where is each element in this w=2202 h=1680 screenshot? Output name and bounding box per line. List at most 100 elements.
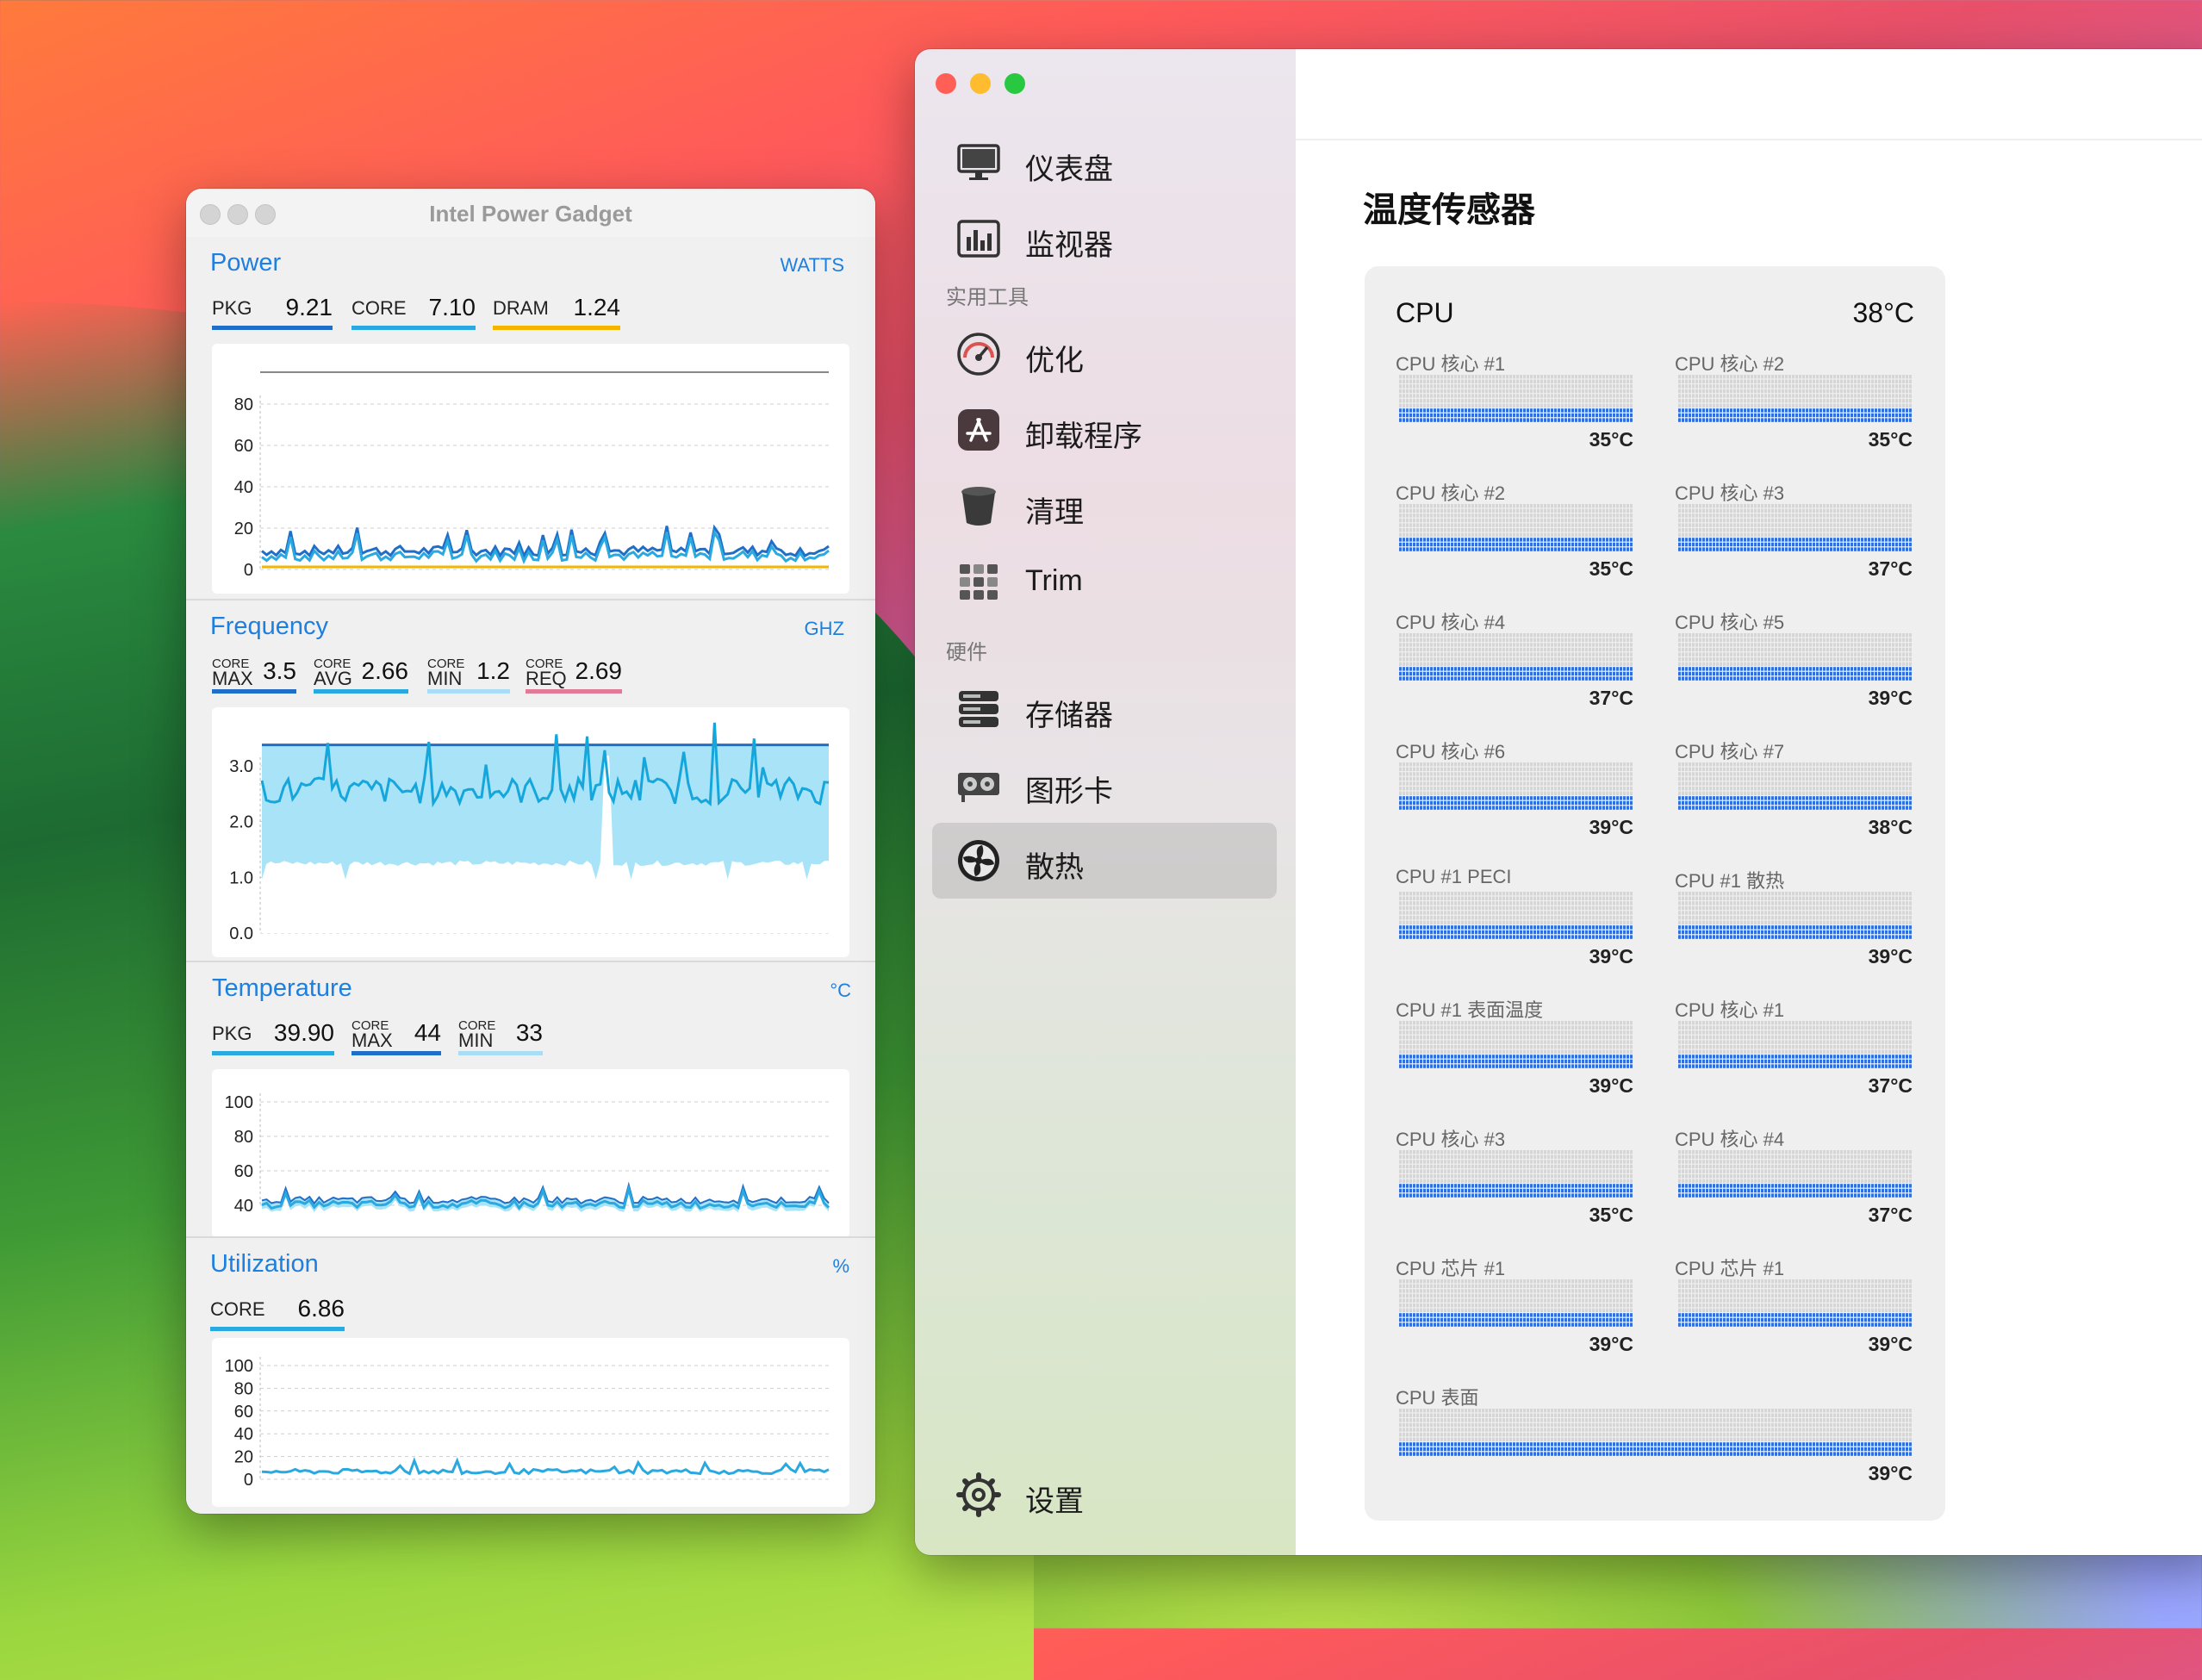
sensor-bar-empty — [1806, 513, 1808, 517]
sensor-item: CPU 核心 #437°C — [1396, 607, 1633, 737]
sensor-bar-empty — [1458, 384, 1460, 388]
sidebar-item-uninstall[interactable]: 卸载程序 — [932, 392, 1277, 468]
sensor-bar-empty — [1699, 384, 1701, 388]
sensor-bar-empty — [1485, 380, 1488, 383]
power-dram-metric: DRAM 1.24 — [493, 287, 620, 330]
sensor-bar-empty — [1465, 792, 1467, 795]
sensor-bar-empty — [1482, 404, 1484, 408]
sensor-bar-empty — [1530, 399, 1533, 402]
sensor-bar-filled — [1461, 672, 1464, 675]
sensor-bar-filled — [1527, 667, 1529, 670]
sensor-bar-empty — [1406, 384, 1409, 388]
sensor-bar-filled — [1471, 538, 1474, 541]
sensor-bar-empty — [1471, 768, 1474, 771]
sensor-bar-empty — [1692, 384, 1695, 388]
sensor-bar-filled — [1902, 676, 1905, 680]
sidebar-item-monitor[interactable]: 监视器 — [932, 201, 1277, 277]
sensor-bar-empty — [1575, 509, 1577, 513]
sensor-bar-filled — [1523, 672, 1526, 675]
sensor-bar-filled — [1878, 418, 1881, 421]
sensor-bar-empty — [1620, 399, 1622, 402]
sensor-item: CPU 核心 #639°C — [1396, 737, 1633, 866]
sensor-bar-empty — [1413, 523, 1415, 526]
sensor-bar-empty — [1440, 787, 1443, 790]
sensor-bar-empty — [1882, 533, 1884, 537]
sidebar-item-clean[interactable]: 清理 — [932, 468, 1277, 544]
sidebar-item-trim[interactable]: Trim — [932, 544, 1277, 619]
sidebar-item-storage[interactable]: 存储器 — [932, 671, 1277, 747]
sensor-bar-filled — [1413, 801, 1415, 805]
minimize-button[interactable] — [970, 73, 991, 94]
sensor-bar-empty — [1533, 533, 1536, 537]
sensor-bar-filled — [1533, 806, 1536, 809]
sensor-bar-empty — [1616, 792, 1619, 795]
sensor-bar-empty — [1868, 519, 1870, 522]
sensor-bar-empty — [1847, 663, 1850, 666]
sidebar-item-graphics[interactable]: 图形卡 — [932, 747, 1277, 823]
sensor-bar-filled — [1740, 418, 1743, 421]
sensor-bar-empty — [1785, 404, 1788, 408]
sidebar-item-cooling[interactable]: 散热 — [932, 823, 1277, 899]
trash-can-icon — [956, 483, 1001, 528]
close-button[interactable] — [936, 73, 956, 94]
sensor-bar-empty — [1726, 657, 1729, 661]
sensor-bar-empty — [1861, 533, 1863, 537]
sensor-bar-empty — [1716, 663, 1719, 666]
sensor-bar-empty — [1403, 380, 1405, 383]
sensor-bar-empty — [1627, 657, 1629, 661]
sensor-bar-empty — [1702, 380, 1705, 383]
sensor-bar-filled — [1551, 806, 1553, 809]
sidebar-item-settings[interactable]: 设置 — [932, 1457, 1277, 1533]
sensor-bar-empty — [1554, 762, 1557, 766]
sensor-bar-empty — [1471, 404, 1474, 408]
sensor-bar-filled — [1609, 414, 1612, 417]
sensor-bar-empty — [1809, 394, 1812, 397]
sensor-bar-empty — [1857, 519, 1860, 522]
sensor-bar-empty — [1544, 762, 1546, 766]
sensor-bar-empty — [1427, 762, 1429, 766]
sensor-bar-empty — [1840, 657, 1843, 661]
sensor-bar-empty — [1771, 652, 1774, 656]
sensor-bar-empty — [1430, 652, 1433, 656]
sensor-bar-filled — [1716, 418, 1719, 421]
sensor-bar-empty — [1485, 792, 1488, 795]
sensor-bar-empty — [1802, 399, 1805, 402]
sensor-bar-empty — [1792, 519, 1795, 522]
sensor-bar-filled — [1444, 796, 1446, 800]
sensor-bar-empty — [1899, 633, 1901, 637]
sensor-bar-empty — [1478, 404, 1481, 408]
sensor-bar-empty — [1826, 633, 1829, 637]
sensor-bar-empty — [1795, 399, 1798, 402]
sensor-bar-empty — [1602, 768, 1605, 771]
sensor-bar-filled — [1523, 408, 1526, 412]
sensor-bar-empty — [1523, 657, 1526, 661]
sensor-bar-filled — [1458, 414, 1460, 417]
sensor-bar-empty — [1578, 399, 1581, 402]
sensor-bar-filled — [1620, 806, 1622, 809]
sensor-name: CPU 核心 #2 — [1396, 478, 1505, 506]
sensor-bar-empty — [1692, 652, 1695, 656]
sensor-bar-filled — [1592, 408, 1595, 412]
sensor-bar-empty — [1578, 384, 1581, 388]
sensor-bar-empty — [1489, 513, 1491, 517]
sensor-bar-empty — [1537, 389, 1540, 393]
sidebar-item-optimize[interactable]: 优化 — [932, 316, 1277, 392]
zoom-button[interactable] — [1005, 73, 1025, 94]
sensor-bar-empty — [1571, 389, 1574, 393]
sensor-bar-empty — [1806, 523, 1808, 526]
sensor-bar-empty — [1892, 509, 1894, 513]
sensor-bar-empty — [1513, 523, 1515, 526]
sensor-bar-empty — [1399, 519, 1402, 522]
sidebar-item-dashboard[interactable]: 仪表盘 — [932, 125, 1277, 201]
sensor-bar-empty — [1537, 375, 1540, 378]
sensor-bar-empty — [1678, 504, 1681, 507]
sensor-bar-filled — [1792, 418, 1795, 421]
sensor-bar-empty — [1733, 652, 1736, 656]
sensor-bar-empty — [1485, 633, 1488, 637]
sensor-bar-empty — [1709, 519, 1712, 522]
sensor-bar-filled — [1558, 676, 1560, 680]
sensor-bar-empty — [1485, 509, 1488, 513]
sensor-bar-empty — [1489, 781, 1491, 785]
sensor-bar-empty — [1427, 375, 1429, 378]
sensor-bar-empty — [1406, 652, 1409, 656]
